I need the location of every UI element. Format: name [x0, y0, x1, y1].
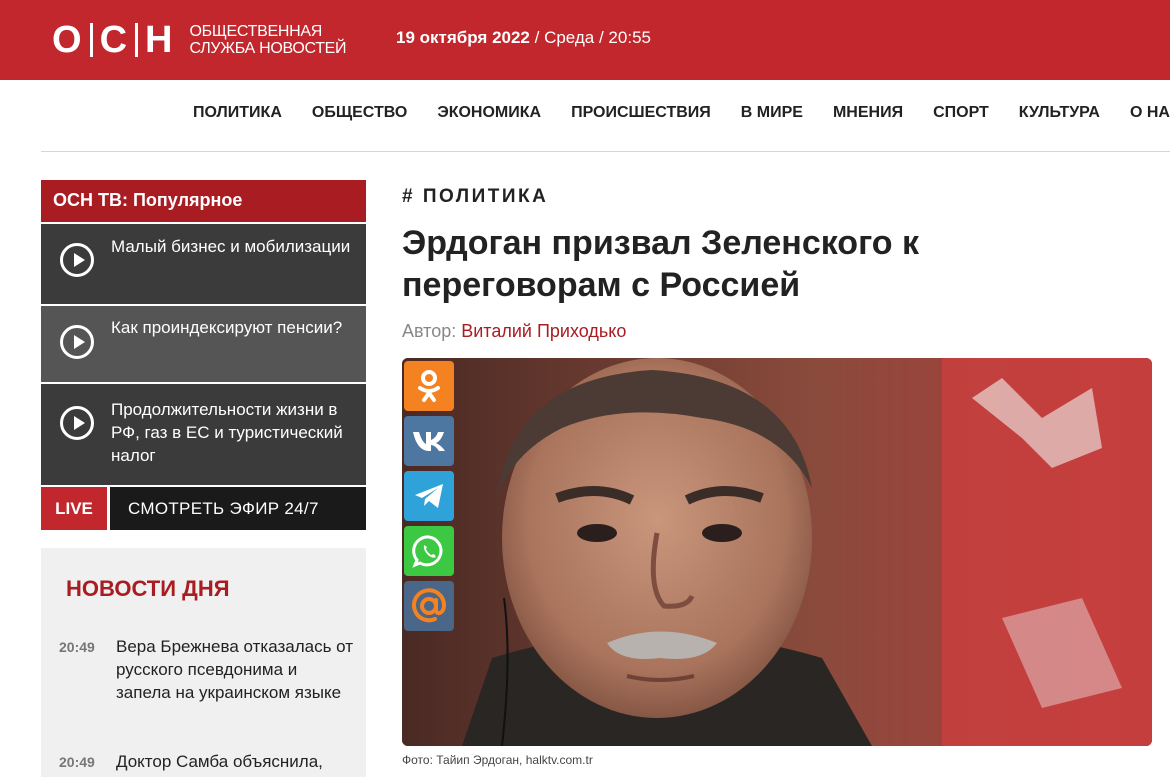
nav-item-culture[interactable]: КУЛЬТУРА — [1019, 104, 1100, 122]
logo-letter-s: С — [99, 18, 129, 61]
main-nav: ПОЛИТИКА ОБЩЕСТВО ЭКОНОМИКА ПРОИСШЕСТВИЯ… — [193, 104, 1170, 122]
photo-illustration — [402, 358, 1152, 746]
nav-item-incidents[interactable]: ПРОИСШЕСТВИЯ — [571, 104, 711, 122]
odnoklassniki-icon — [418, 370, 440, 402]
logo-letters: О С Н — [52, 19, 173, 62]
live-row: LIVE СМОТРЕТЬ ЭФИР 24/7 — [41, 487, 366, 530]
news-of-day: НОВОСТИ ДНЯ 20:49 Вера Брежнева отказала… — [41, 548, 366, 777]
news-text[interactable]: Вера Брежнева отказалась от русского псе… — [116, 635, 356, 704]
whatsapp-icon — [412, 535, 443, 568]
site-logo[interactable]: О С Н Общественная служба новостей — [52, 19, 347, 62]
news-time: 20:49 — [59, 639, 95, 655]
tv-item-title: Продолжительности жизни в РФ, газ в ЕС и… — [111, 400, 343, 465]
nav-item-economy[interactable]: ЭКОНОМИКА — [437, 104, 541, 122]
tv-item[interactable]: Продолжительности жизни в РФ, газ в ЕС и… — [41, 384, 366, 485]
photo-caption: Фото: Тайип Эрдоган, halktv.com.tr — [402, 753, 593, 767]
nav-item-opinions[interactable]: МНЕНИЯ — [833, 104, 903, 122]
nav-item-about[interactable]: О НАС — [1130, 104, 1170, 122]
mailru-icon — [412, 588, 447, 623]
play-icon — [60, 243, 94, 277]
logo-separator — [89, 23, 93, 57]
article-headline: Эрдоган призвал Зеленского к переговорам… — [402, 224, 920, 304]
author-label: Автор: — [402, 321, 462, 341]
logo-line-1: Общественная — [189, 23, 322, 40]
logo-letter-n: Н — [145, 18, 174, 61]
article-photo — [402, 358, 1152, 746]
dateline: 19 октября 2022 / Среда / 20:55 — [396, 28, 651, 48]
share-odnoklassniki-button[interactable] — [404, 361, 454, 411]
nav-divider — [41, 151, 1170, 152]
tv-popular-header[interactable]: ОСН ТВ: Популярное — [41, 180, 366, 222]
article-author: Автор: Виталий Приходько — [402, 321, 626, 342]
nav-item-world[interactable]: В МИРЕ — [741, 104, 803, 122]
share-telegram-button[interactable] — [404, 471, 454, 521]
share-whatsapp-button[interactable] — [404, 526, 454, 576]
tv-item[interactable]: Как проиндексируют пенсии? — [41, 306, 366, 382]
news-text[interactable]: Доктор Самба объяснила, — [116, 750, 356, 773]
vk-icon — [413, 432, 445, 451]
logo-text: Общественная служба новостей — [189, 23, 346, 57]
top-header: О С Н Общественная служба новостей 19 ок… — [0, 0, 1170, 80]
play-icon — [60, 406, 94, 440]
author-link[interactable]: Виталий Приходько — [461, 321, 626, 341]
tv-item[interactable]: Малый бизнес и мобилизации — [41, 224, 366, 304]
logo-separator — [135, 23, 139, 57]
share-vk-button[interactable] — [404, 416, 454, 466]
current-date: 19 октября 2022 — [396, 28, 530, 47]
nav-item-society[interactable]: ОБЩЕСТВО — [312, 104, 407, 122]
nav-item-sport[interactable]: СПОРТ — [933, 104, 989, 122]
article-category[interactable]: # ПОЛИТИКА — [402, 186, 548, 208]
nav-item-politics[interactable]: ПОЛИТИКА — [193, 104, 282, 122]
share-mailru-button[interactable] — [404, 581, 454, 631]
telegram-icon — [415, 484, 443, 508]
logo-line-2: служба новостей — [189, 40, 347, 57]
tv-item-title: Как проиндексируют пенсии? — [111, 318, 343, 337]
news-time: 20:49 — [59, 754, 95, 770]
play-icon — [60, 325, 94, 359]
tv-item-title: Малый бизнес и мобилизации — [111, 237, 351, 256]
watch-live-button[interactable]: СМОТРЕТЬ ЭФИР 24/7 — [110, 487, 366, 530]
news-of-day-title: НОВОСТИ ДНЯ — [66, 576, 230, 601]
live-badge[interactable]: LIVE — [41, 487, 107, 530]
logo-letter-o: О — [52, 18, 83, 61]
weekday-time: / Среда / 20:55 — [529, 28, 651, 47]
